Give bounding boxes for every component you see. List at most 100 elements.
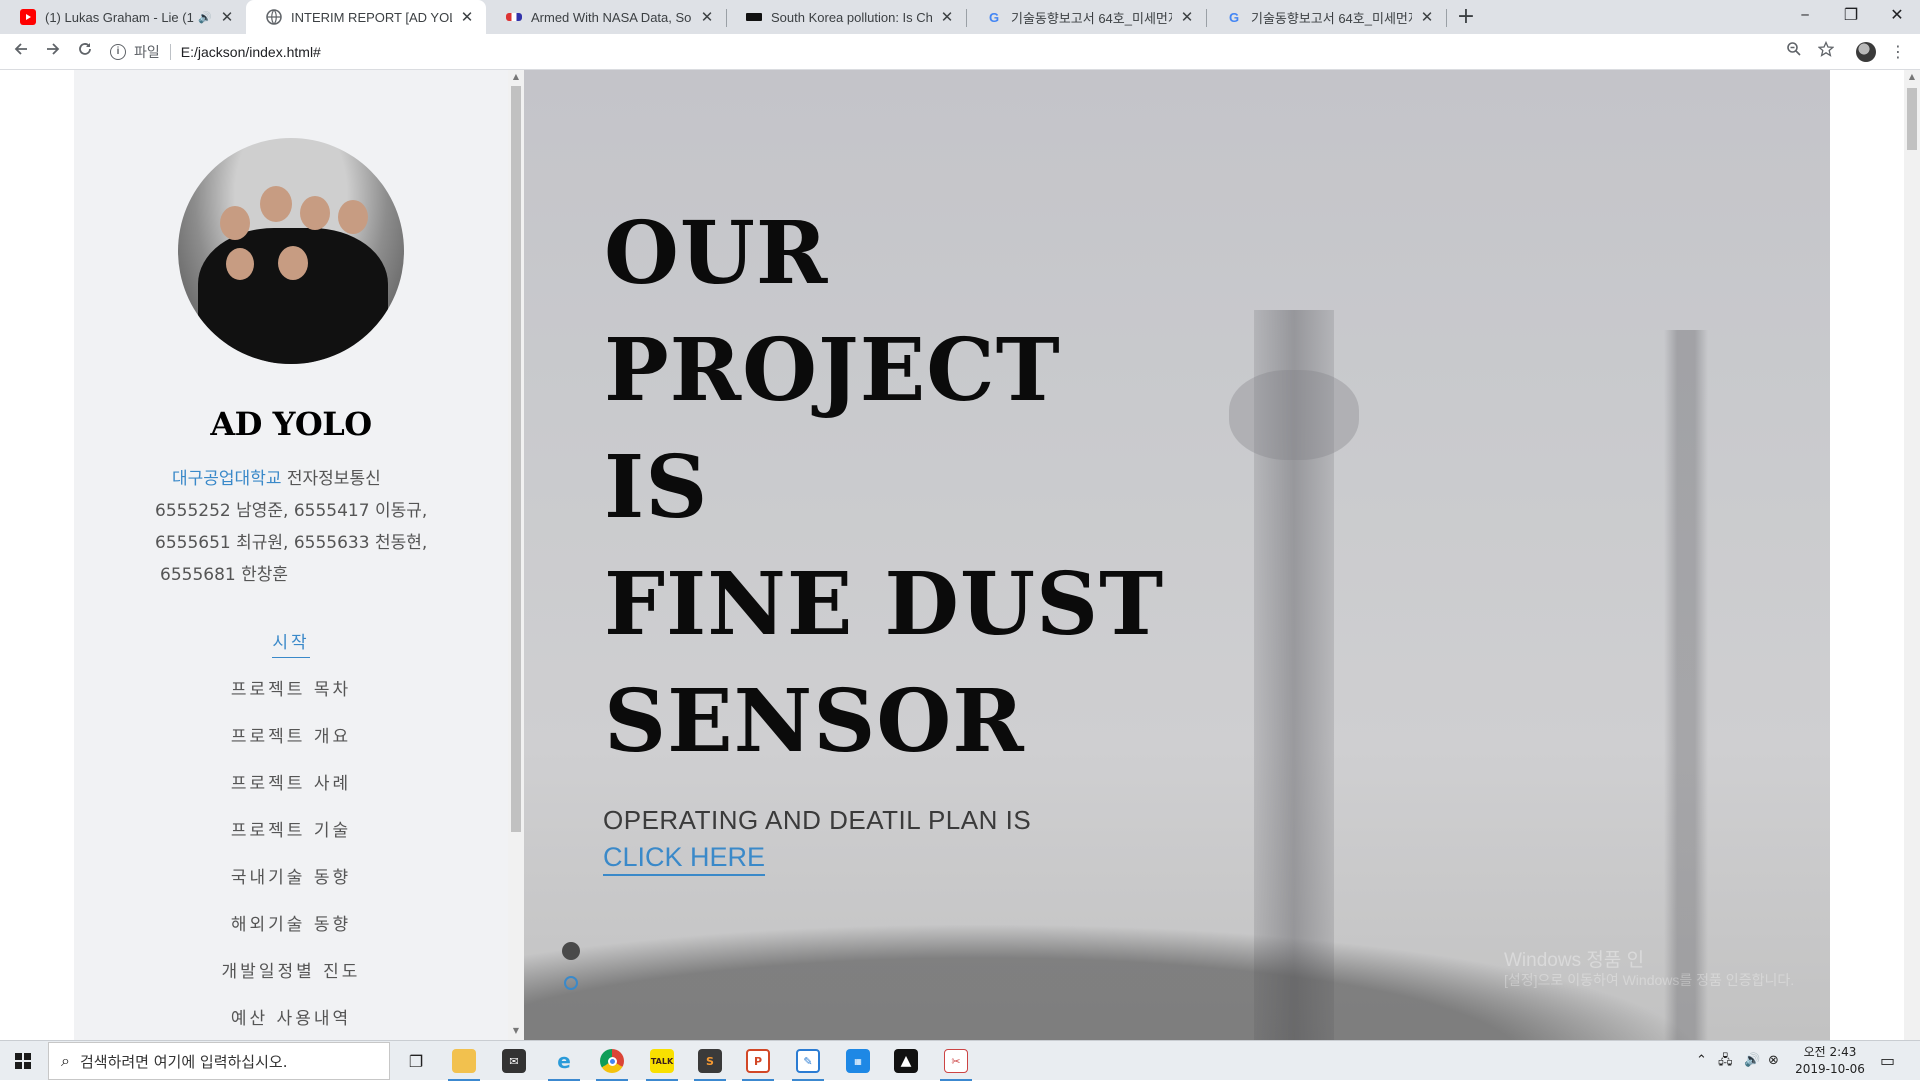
network-icon[interactable]: 🖧	[1718, 1041, 1733, 1081]
photos-icon[interactable]: ▲	[888, 1045, 924, 1077]
sidebar-scrollbar[interactable]: ▲ ▼	[508, 70, 524, 1040]
info-icon[interactable]: i	[110, 44, 126, 60]
page-scroll-thumb[interactable]	[1907, 88, 1917, 150]
ie-icon[interactable]: e	[546, 1045, 582, 1081]
new-tab-button[interactable]: +	[1454, 5, 1478, 29]
headline-line: PROJECT	[604, 320, 1061, 421]
nav-domestic-trends[interactable]: 국내기술 동향	[74, 863, 508, 888]
nav-start[interactable]: 시작	[74, 628, 508, 658]
kakaotalk-icon[interactable]: TALK	[644, 1045, 680, 1081]
browser-toolbar: i 파일 E:/jackson/index.html# ⋮	[0, 34, 1920, 70]
tab-close-icon[interactable]: ✕	[218, 8, 236, 26]
clock[interactable]: 오전 2:43 2019-10-06	[1790, 1044, 1870, 1078]
windows-icon	[15, 1053, 31, 1069]
team-photo-figure	[338, 200, 368, 234]
sidebar-scroll-thumb[interactable]	[511, 86, 521, 832]
start-button[interactable]	[0, 1041, 46, 1081]
team-photo-figure	[220, 206, 250, 240]
tab-report-64-b[interactable]: G 기술동향보고서 64호_미세먼지.p ✕	[1206, 0, 1446, 34]
zoom-icon[interactable]	[1782, 40, 1806, 64]
scroll-up-arrow[interactable]: ▲	[1904, 72, 1920, 81]
headline-line: OUR	[604, 203, 829, 304]
powerpoint-icon[interactable]: P	[740, 1045, 776, 1081]
tab-youtube[interactable]: (1) Lukas Graham - Lie (1 H 🔊 ✕	[0, 0, 246, 34]
notification-muted-icon[interactable]: ⊗	[1768, 1041, 1779, 1081]
volume-icon[interactable]: 🔊	[1744, 1041, 1760, 1081]
star-icon[interactable]	[1814, 40, 1838, 64]
hero-headline: OUR PROJECT IS FINE DUST SENSOR	[604, 195, 1164, 780]
activation-watermark-sub: [설정]으로 이동하여 Windows를 정품 인증합니다.	[1504, 972, 1795, 988]
team-photo-figure	[278, 246, 308, 280]
task-view-icon[interactable]: ❐	[398, 1045, 434, 1077]
nav-overview[interactable]: 프로젝트 개요	[74, 722, 508, 747]
address-bar[interactable]: i 파일 E:/jackson/index.html#	[110, 38, 1820, 66]
headline-line: SENSOR	[604, 671, 1025, 772]
back-icon[interactable]	[9, 40, 33, 64]
scroll-down-arrow[interactable]: ▼	[508, 1026, 524, 1035]
hero-subline: OPERATING AND DEATIL PLAN IS	[603, 805, 1032, 835]
team-photo-figure	[300, 196, 330, 230]
team-photo-figure	[260, 186, 292, 222]
tab-interim-report[interactable]: INTERIM REPORT [AD YOLO] ✕	[246, 0, 486, 34]
nav-label: 국내기술 동향	[230, 868, 352, 888]
tab-close-icon[interactable]: ✕	[1418, 8, 1436, 26]
forward-icon[interactable]	[41, 40, 65, 64]
slide-dot-2[interactable]	[564, 976, 578, 990]
tower-pod	[1229, 370, 1359, 460]
tab-nasa[interactable]: Armed With NASA Data, South ✕	[486, 0, 726, 34]
tab-close-icon[interactable]: ✕	[938, 8, 956, 26]
tab-strip: (1) Lukas Graham - Lie (1 H 🔊 ✕ INTERIM …	[0, 0, 1920, 34]
minimize-button[interactable]: ─	[1782, 0, 1828, 30]
url-text[interactable]: E:/jackson/index.html#	[181, 44, 321, 60]
headline-line: IS	[604, 437, 709, 538]
tab-close-icon[interactable]: ✕	[1178, 8, 1196, 26]
tab-close-icon[interactable]: ✕	[698, 8, 716, 26]
school-link[interactable]: 대구공업대학교	[172, 469, 281, 489]
page-viewport: AD YOLO 대구공업대학교 전자정보통신 6555252 남영준, 6555…	[0, 70, 1920, 1040]
taskbar: ⌕ 검색하려면 여기에 입력하십시오. ❐ ✉ e TALK S P ✎ ▦ ▲…	[0, 1040, 1920, 1081]
tab-close-icon[interactable]: ✕	[458, 8, 476, 26]
tab-divider	[1206, 9, 1207, 27]
show-hidden-icons[interactable]: ⌃	[1696, 1041, 1707, 1081]
google-icon: G	[988, 9, 1000, 25]
reload-icon[interactable]	[73, 40, 97, 64]
scheme-label: 파일	[134, 44, 160, 60]
site-icon	[506, 13, 522, 21]
action-center-icon[interactable]: ▭	[1880, 1041, 1895, 1081]
file-explorer-icon[interactable]	[446, 1045, 482, 1081]
nav-contents[interactable]: 프로젝트 목차	[74, 675, 508, 700]
activation-watermark: Windows 정품 인	[1504, 950, 1645, 971]
nav-label: 예산 사용내역	[230, 1009, 352, 1029]
mail-icon[interactable]: ✉	[496, 1045, 532, 1077]
notepad-icon[interactable]: ✎	[790, 1045, 826, 1081]
scroll-up-arrow[interactable]: ▲	[508, 72, 524, 81]
profile-avatar[interactable]	[1856, 42, 1876, 62]
close-window-button[interactable]: ✕	[1874, 0, 1920, 30]
maximize-button[interactable]: ❐	[1828, 0, 1874, 30]
nav-cases[interactable]: 프로젝트 사례	[74, 769, 508, 794]
department-label: 전자정보통신	[286, 469, 381, 489]
nav-label: 프로젝트 기술	[230, 821, 352, 841]
team-photo-figure	[226, 248, 254, 280]
member-line: 6555681 한창훈	[160, 565, 289, 585]
globe-icon	[266, 9, 282, 25]
nav-label: 프로젝트 목차	[230, 680, 352, 700]
tab-report-64-a[interactable]: G 기술동향보고서 64호_미세먼지.p ✕	[966, 0, 1206, 34]
tab-bbc[interactable]: South Korea pollution: Is China ✕	[726, 0, 966, 34]
taskbar-search[interactable]: ⌕ 검색하려면 여기에 입력하십시오.	[48, 1042, 390, 1080]
click-here-link[interactable]: CLICK HERE	[603, 842, 766, 876]
nav-overseas-trends[interactable]: 해외기술 동향	[74, 910, 508, 935]
nav-technology[interactable]: 프로젝트 기술	[74, 816, 508, 841]
nav-label: 프로젝트 사례	[230, 774, 352, 794]
slide-dot-1[interactable]	[562, 942, 580, 960]
speaker-icon[interactable]: 🔊	[198, 11, 212, 24]
clock-time: 오전 2:43	[1803, 1045, 1857, 1059]
menu-icon[interactable]: ⋮	[1886, 40, 1910, 64]
chrome-icon[interactable]	[594, 1045, 630, 1081]
page-scrollbar[interactable]: ▲	[1904, 70, 1920, 1040]
nav-budget[interactable]: 예산 사용내역	[74, 1004, 508, 1029]
sublime-icon[interactable]: S	[692, 1045, 728, 1081]
snip-icon[interactable]: ✂	[938, 1045, 974, 1081]
app-icon[interactable]: ▦	[840, 1045, 876, 1077]
nav-schedule-progress[interactable]: 개발일정별 진도	[74, 957, 508, 982]
